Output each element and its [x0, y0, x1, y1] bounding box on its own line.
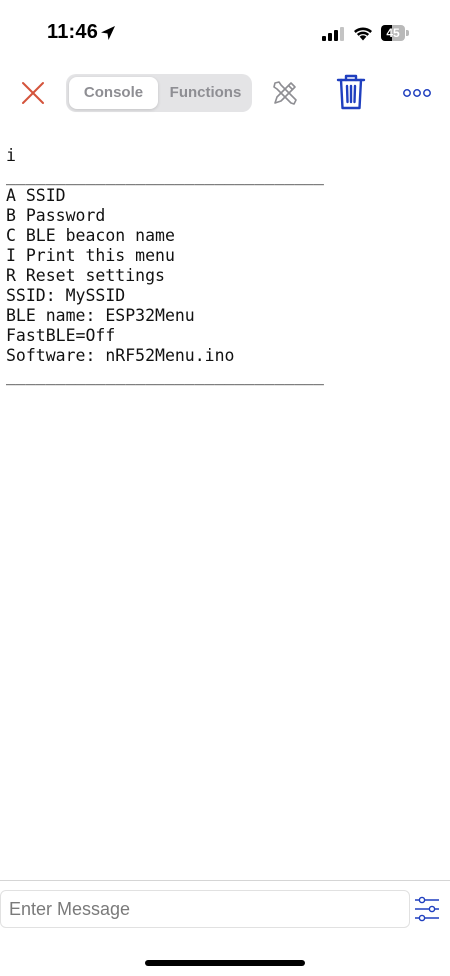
tab-console[interactable]: Console	[69, 77, 158, 109]
status-time: 11:46	[47, 21, 99, 43]
status-bar: 11:46 45	[0, 0, 450, 66]
battery-indicator: 45	[381, 25, 409, 41]
console-line: BLE name: ESP32Menu	[6, 306, 195, 325]
console-line: SSID: MySSID	[6, 286, 126, 305]
sliders-icon[interactable]	[414, 895, 440, 923]
more-icon[interactable]	[403, 86, 431, 100]
tab-functions[interactable]: Functions	[162, 77, 249, 109]
console-line: I Print this menu	[6, 246, 175, 265]
home-indicator	[145, 960, 305, 966]
close-icon[interactable]	[18, 78, 48, 108]
console-line: Software: nRF52Menu.ino	[6, 346, 235, 365]
location-arrow-icon	[101, 26, 115, 40]
view-segmented-control: Console Functions	[66, 74, 252, 112]
wifi-icon	[354, 27, 372, 41]
trash-icon[interactable]	[335, 72, 367, 112]
console-line: R Reset settings	[6, 266, 165, 285]
console-output: i ________________________________ A SSID B…	[6, 146, 442, 386]
console-line: B Password	[6, 206, 106, 225]
tools-icon[interactable]	[269, 77, 301, 109]
console-line: ________________________________	[6, 166, 324, 185]
console-line: ________________________________	[6, 366, 324, 385]
input-bar	[0, 880, 450, 939]
console-line: A SSID	[6, 186, 66, 205]
cellular-signal-icon	[322, 27, 344, 41]
battery-level: 45	[386, 26, 400, 40]
console-line: i	[6, 146, 16, 165]
toolbar: Console Functions	[0, 66, 450, 122]
message-input[interactable]	[0, 890, 410, 928]
console-line: C BLE beacon name	[6, 226, 175, 245]
console-line: FastBLE=Off	[6, 326, 116, 345]
